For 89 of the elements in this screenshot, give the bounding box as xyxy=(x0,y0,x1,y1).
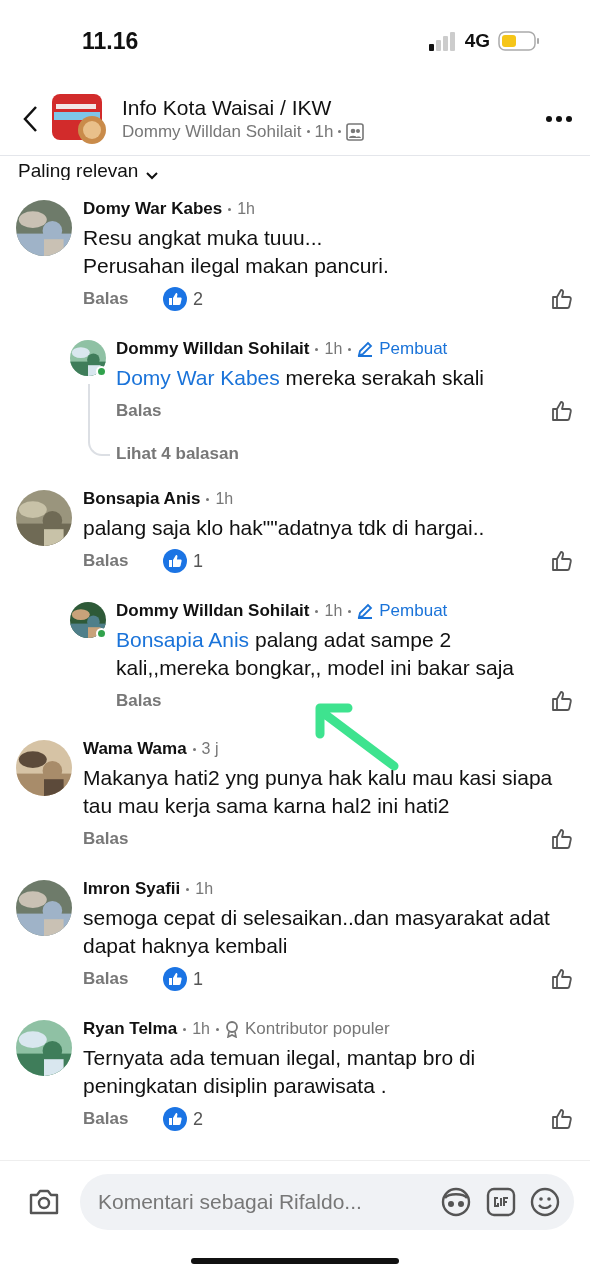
commenter-name[interactable]: Wama Wama xyxy=(83,739,187,759)
post-time: 1h xyxy=(314,121,334,142)
gif-icon[interactable] xyxy=(486,1186,516,1217)
comment-text: Resu angkat muka tuuu... Perusahan ilegal makan pancuri. xyxy=(83,225,390,279)
separator-dot-icon xyxy=(215,1027,219,1031)
separator-dot-icon xyxy=(183,1027,187,1031)
back-icon[interactable] xyxy=(22,104,38,133)
like-icon xyxy=(550,827,574,851)
separator-dot-icon xyxy=(348,347,352,351)
comment-text: palang saja klo hak""adatnya tdk di hargai.. xyxy=(83,515,486,541)
badge-label: Kontributor populer xyxy=(244,1019,390,1039)
like-button[interactable] xyxy=(550,827,574,851)
commenter-name[interactable]: Dommy Willdan Sohilait xyxy=(116,601,310,621)
comment-time: 1h xyxy=(324,602,343,620)
like-button[interactable] xyxy=(550,967,574,991)
reply-button[interactable]: Balas xyxy=(83,289,163,309)
like-button[interactable] xyxy=(550,287,574,311)
like-icon xyxy=(550,967,574,991)
like-button[interactable] xyxy=(550,1107,574,1131)
comment-text: Domy War Kabes mereka serakah skali xyxy=(116,365,486,391)
comment-bar[interactable]: Komentari sebagai Rifaldo... xyxy=(80,1173,574,1230)
separator-dot-icon xyxy=(228,207,232,211)
comment-text: Ternyata ada temuan ilegal, mantap bro di peningkatan disiplin parawisata . xyxy=(83,1045,477,1099)
comment-time: 3 j xyxy=(201,740,219,758)
reply-button[interactable]: Balas xyxy=(116,401,196,421)
signal-icon xyxy=(428,31,457,51)
like-count: 2 xyxy=(193,1108,203,1130)
like-icon xyxy=(550,689,574,713)
pencil-icon xyxy=(357,603,374,619)
mention-link[interactable]: Bonsapia Anis xyxy=(116,628,250,651)
commenter-name[interactable]: Dommy Willdan Sohilait xyxy=(116,339,310,359)
commenter-name[interactable]: Domy War Kabes xyxy=(83,199,223,219)
like-badge-icon xyxy=(163,287,187,311)
chevron-down-icon xyxy=(146,172,159,180)
comment-text: Bonsapia Anis palang adat sampe 2 kali,,mereka bongkar,, model ini bakar saja xyxy=(116,627,516,681)
award-icon xyxy=(224,1020,239,1038)
separator-dot-icon xyxy=(206,497,210,501)
separator-dot-icon xyxy=(315,347,319,351)
like-count: 1 xyxy=(193,968,203,990)
like-count: 1 xyxy=(193,550,203,572)
badge-label: Pembuat xyxy=(379,339,448,359)
badge-label: Pembuat xyxy=(379,601,448,621)
comment-text: Makanya hati2 yng punya hak kalu mau kasi siapa tau mau kerja sama karna hal2 ini hati2 xyxy=(83,765,554,819)
comment-time: 1h xyxy=(237,200,255,218)
reply-button[interactable]: Balas xyxy=(83,969,163,989)
like-badge-icon xyxy=(163,1107,187,1131)
reply-button[interactable]: Balas xyxy=(83,1109,163,1129)
comment-time: 1h xyxy=(192,1020,210,1038)
group-members-icon xyxy=(346,122,365,141)
view-replies-link[interactable]: Lihat 4 balasan xyxy=(116,444,574,464)
reply-button[interactable]: Balas xyxy=(83,829,163,849)
like-icon xyxy=(550,549,574,573)
battery-icon xyxy=(498,30,540,52)
separator-dot-icon xyxy=(338,130,342,133)
separator-dot-icon xyxy=(348,609,352,613)
network-type: 4G xyxy=(464,30,490,52)
like-button[interactable] xyxy=(550,399,574,423)
like-button[interactable] xyxy=(550,689,574,713)
like-icon xyxy=(550,399,574,423)
status-time: 11.16 xyxy=(82,27,139,55)
pencil-icon xyxy=(357,341,374,357)
more-icon[interactable] xyxy=(546,115,572,122)
separator-dot-icon xyxy=(192,747,196,751)
reply-button[interactable]: Balas xyxy=(83,551,163,571)
comment-text: semoga cepat di selesaikan..dan masyarakat adat dapat haknya kembali xyxy=(83,905,551,959)
separator-dot-icon xyxy=(186,887,190,891)
post-author: Dommy Willdan Sohilait xyxy=(122,121,302,142)
comment-time: 1h xyxy=(195,880,214,898)
comment-time: 1h xyxy=(215,490,234,508)
emoji-icon[interactable] xyxy=(530,1186,560,1217)
like-icon xyxy=(550,1107,574,1131)
commenter-name[interactable]: Imron Syafii xyxy=(83,879,181,899)
mention-link[interactable]: Domy War Kabes xyxy=(116,366,280,389)
comment-time: 1h xyxy=(324,340,343,358)
like-button[interactable] xyxy=(550,549,574,573)
like-icon xyxy=(550,287,574,311)
avatar-sticker-icon[interactable] xyxy=(440,1186,472,1217)
reply-button[interactable]: Balas xyxy=(116,691,196,711)
commenter-name[interactable]: Ryan Telma xyxy=(83,1019,178,1039)
like-badge-icon xyxy=(163,549,187,573)
thread-line xyxy=(88,384,110,456)
group-name[interactable]: Info Kota Waisai / IKW xyxy=(122,95,532,120)
comment-field[interactable]: Komentari sebagai Rifaldo... xyxy=(96,1188,426,1215)
separator-dot-icon xyxy=(315,609,319,613)
camera-icon[interactable] xyxy=(28,1187,60,1216)
like-badge-icon xyxy=(163,967,187,991)
commenter-name[interactable]: Bonsapia Anis xyxy=(83,489,201,509)
like-count: 2 xyxy=(193,288,203,310)
separator-dot-icon xyxy=(306,130,310,133)
